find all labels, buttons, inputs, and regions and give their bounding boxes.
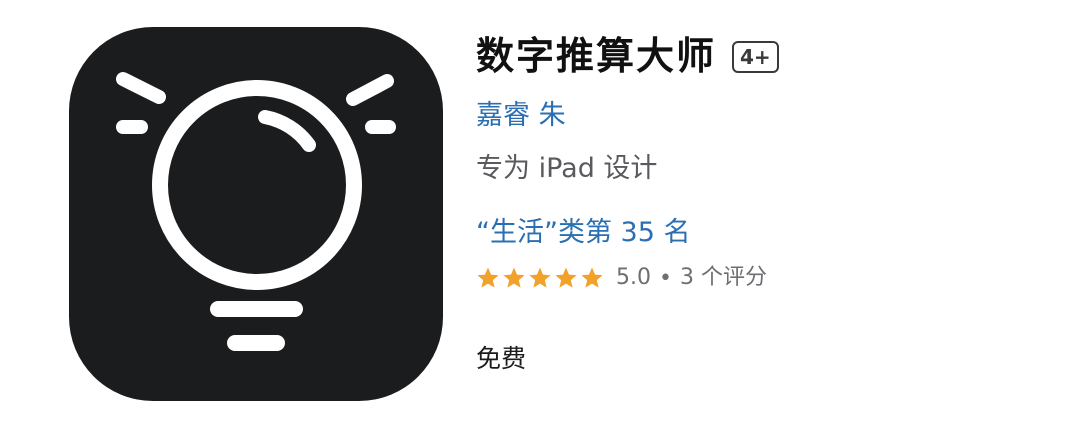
app-icon	[69, 27, 443, 401]
rating-separator: •	[659, 265, 672, 291]
app-store-product-header: 数字推算大师 4+ 嘉睿 朱 专为 iPad 设计 “生活”类第 35 名 5.…	[0, 0, 1080, 439]
app-info: 数字推算大师 4+ 嘉睿 朱 专为 iPad 设计 “生活”类第 35 名 5.…	[476, 0, 1056, 439]
title-row: 数字推算大师 4+	[476, 30, 779, 82]
age-rating-badge: 4+	[732, 41, 779, 73]
rating-value: 5.0	[616, 265, 651, 290]
rating-count: 3 个评分	[679, 265, 767, 290]
star-icon	[503, 267, 525, 288]
developer-link[interactable]: 嘉睿 朱	[476, 96, 566, 136]
star-icon	[477, 267, 499, 288]
star-icon	[555, 267, 577, 288]
star-rating	[476, 266, 606, 290]
lightbulb-icon	[116, 72, 396, 351]
star-icon	[581, 267, 603, 288]
price-label: 免费	[476, 344, 527, 373]
rating-row[interactable]: 5.0 • 3 个评分	[476, 260, 767, 296]
designed-for-label: 专为 iPad 设计	[476, 153, 658, 184]
star-icon	[529, 267, 551, 288]
app-title: 数字推算大师	[476, 34, 717, 78]
category-rank-link[interactable]: “生活”类第 35 名	[476, 213, 691, 253]
